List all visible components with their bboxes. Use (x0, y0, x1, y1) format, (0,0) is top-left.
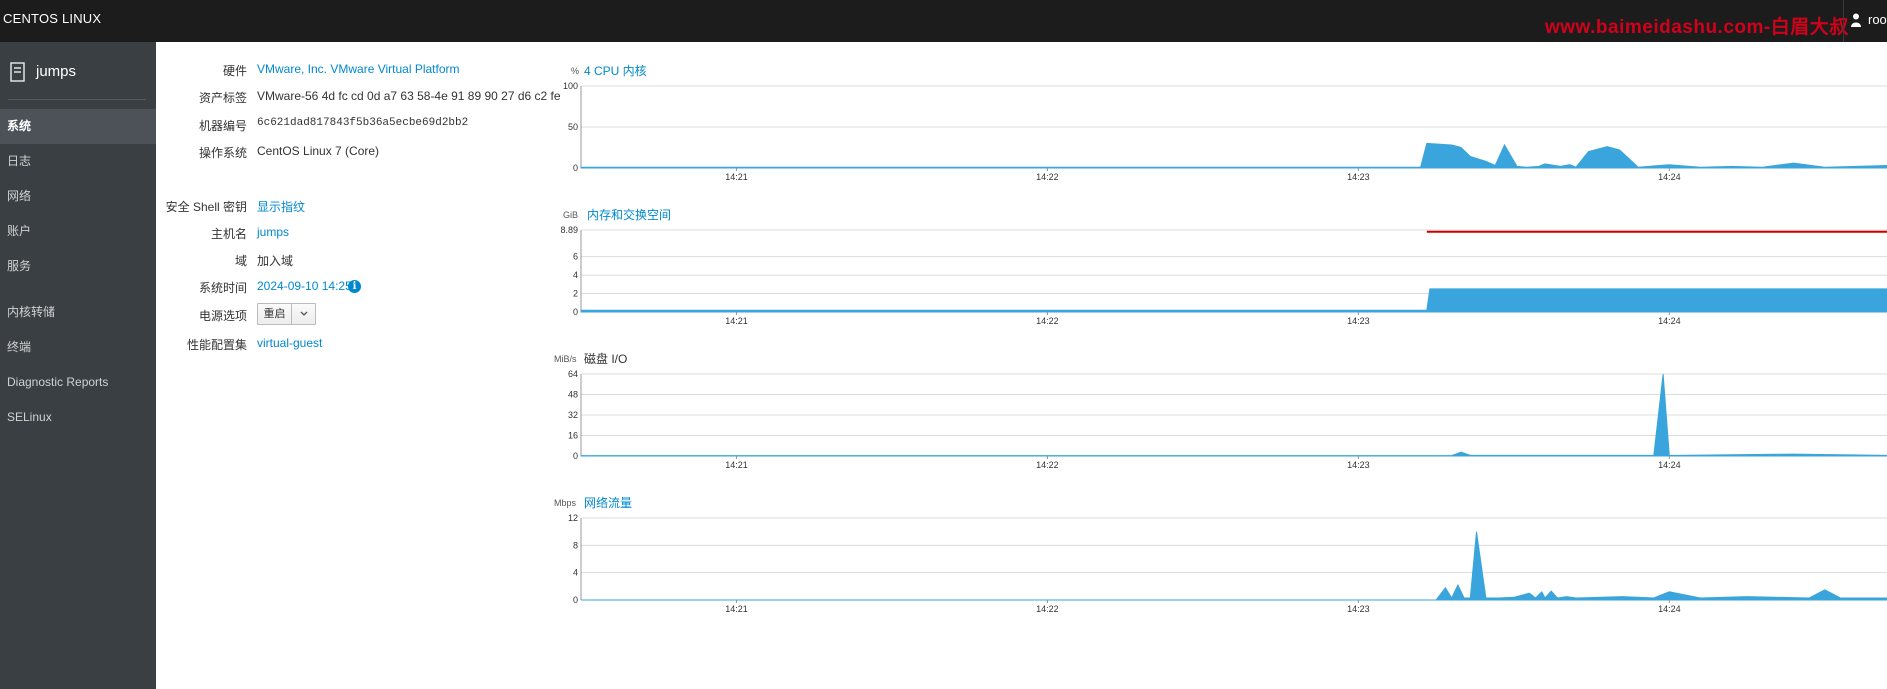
disk-y-tick-label: 16 (568, 431, 578, 441)
memory-y-tick-label: 0 (573, 307, 578, 317)
network-x-tick-label: 14:21 (725, 604, 748, 614)
memory-y-tick-label: 4 (573, 270, 578, 280)
cpu-x-tick-label: 14:21 (725, 172, 748, 182)
network-y-tick-label: 8 (573, 540, 578, 550)
disk-y-tick-label: 48 (568, 390, 578, 400)
network-series-area (581, 531, 1887, 601)
memory-series-area (580, 288, 1887, 313)
usage-charts: 05010014:2114:2214:2314:2414:2502468.891… (560, 81, 1887, 614)
cpu-series-area (580, 142, 1887, 169)
memory-y-tick-label: 2 (573, 289, 578, 299)
disk-x-tick-label: 14:21 (725, 460, 748, 470)
memory-x-tick-label: 14:22 (1036, 316, 1059, 326)
disk-x-tick-label: 14:24 (1658, 460, 1681, 470)
cpu-y-tick-label: 50 (568, 122, 578, 132)
cpu-x-tick-label: 14:22 (1036, 172, 1059, 182)
network-y-tick-label: 12 (568, 513, 578, 523)
memory-x-tick-label: 14:24 (1658, 316, 1681, 326)
cpu-x-tick-label: 14:24 (1658, 172, 1681, 182)
network-x-tick-label: 14:23 (1347, 604, 1370, 614)
memory-x-tick-label: 14:21 (725, 316, 748, 326)
memory-x-tick-label: 14:23 (1347, 316, 1370, 326)
cpu-y-tick-label: 100 (563, 81, 578, 91)
disk-x-tick-label: 14:22 (1036, 460, 1059, 470)
network-y-tick-label: 4 (573, 568, 578, 578)
network-x-tick-label: 14:22 (1036, 604, 1059, 614)
network-x-tick-label: 14:24 (1658, 604, 1681, 614)
cpu-y-tick-label: 0 (573, 163, 578, 173)
disk-y-tick-label: 0 (573, 451, 578, 461)
memory-y-tick-label: 6 (573, 252, 578, 262)
cpu-x-tick-label: 14:23 (1347, 172, 1370, 182)
disk-x-tick-label: 14:23 (1347, 460, 1370, 470)
disk-y-tick-label: 32 (568, 410, 578, 420)
disk-y-tick-label: 64 (568, 369, 578, 379)
network-y-tick-label: 0 (573, 595, 578, 605)
memory-y-tick-label: 8.89 (560, 225, 578, 235)
